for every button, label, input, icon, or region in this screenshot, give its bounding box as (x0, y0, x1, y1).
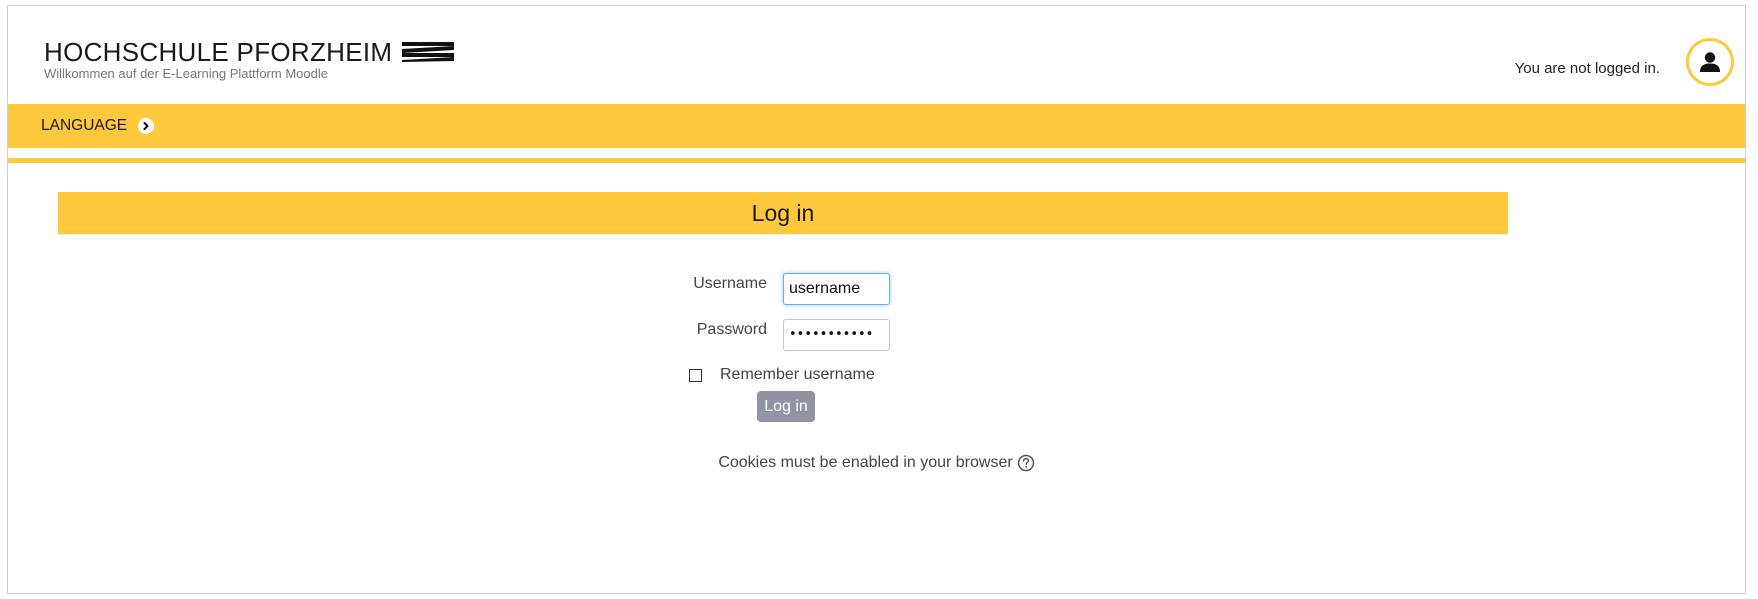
chevron-right-circle-icon (138, 118, 155, 134)
remember-username[interactable]: Remember username (689, 366, 875, 384)
site-subtitle: Willkommen auf der E-Learning Plattform … (44, 66, 328, 81)
nav-spacer (8, 148, 1745, 158)
password-label: Password (696, 321, 767, 338)
login-button[interactable]: Log in (757, 391, 815, 422)
user-avatar-icon[interactable] (1686, 38, 1734, 86)
cookies-notice-text: Cookies must be enabled in your browser (718, 454, 1013, 471)
password-field[interactable]: ••••••••••• (783, 319, 890, 351)
cookies-notice: Cookies must be enabled in your browser (8, 454, 1745, 472)
username-field[interactable] (783, 273, 890, 305)
hs-pforzheim-logo-icon (402, 42, 455, 62)
site-title: HOCHSCHULE PFORZHEIM (44, 37, 393, 67)
username-row: Username (8, 271, 1745, 305)
login-heading: Log in (751, 199, 815, 226)
login-panel-heading: Log in (58, 192, 1508, 234)
page-frame: HOCHSCHULE PFORZHEIM Willkommen auf der … (7, 5, 1746, 594)
remember-username-label: Remember username (720, 366, 875, 383)
username-label: Username (693, 275, 767, 292)
page-header: HOCHSCHULE PFORZHEIM Willkommen auf der … (8, 6, 1745, 104)
site-brand[interactable]: HOCHSCHULE PFORZHEIM Willkommen auf der … (44, 37, 455, 81)
remember-username-checkbox[interactable] (689, 368, 702, 382)
language-menu-label: LANGUAGE (41, 117, 128, 134)
question-circle-icon[interactable] (1017, 454, 1035, 472)
password-row: Password ••••••••••• (8, 317, 1745, 351)
language-menu[interactable]: LANGUAGE (41, 117, 155, 135)
nav-underline (8, 158, 1745, 163)
user-silhouette-icon (1700, 52, 1720, 72)
nav-bar: LANGUAGE (8, 104, 1745, 148)
login-status-text: You are not logged in. (1514, 60, 1660, 77)
brand-row: HOCHSCHULE PFORZHEIM (44, 37, 455, 67)
